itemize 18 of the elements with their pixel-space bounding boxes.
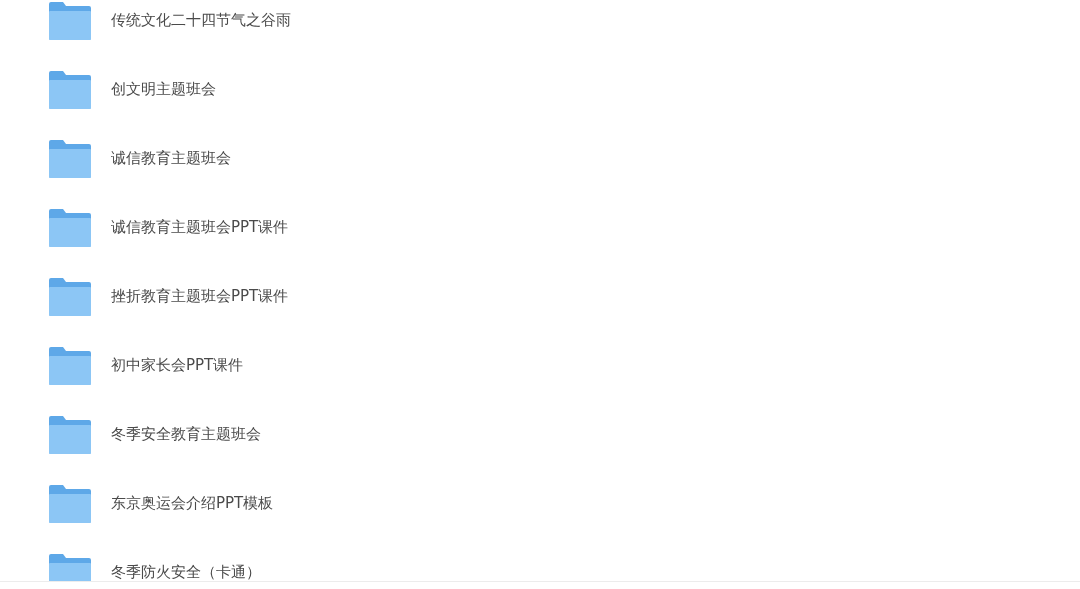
folder-name[interactable]: 东京奥运会介绍PPT模板 [111, 492, 274, 515]
folder-icon[interactable] [49, 553, 91, 581]
folder-icon[interactable] [49, 484, 91, 523]
folder-icon[interactable] [49, 346, 91, 385]
folder-icon[interactable] [49, 139, 91, 178]
folder-name[interactable]: 冬季防火安全（卡通） [111, 561, 261, 581]
folder-icon[interactable] [49, 415, 91, 454]
folder-icon[interactable] [49, 1, 91, 40]
folder-name[interactable]: 冬季安全教育主题班会 [111, 423, 261, 446]
folder-name[interactable]: 诚信教育主题班会PPT课件 [111, 216, 289, 239]
folder-name[interactable]: 传统文化二十四节气之谷雨 [111, 9, 291, 32]
folder-name[interactable]: 创文明主题班会 [111, 78, 216, 101]
folder-name[interactable]: 诚信教育主题班会 [111, 147, 231, 170]
folder-icon[interactable] [49, 208, 91, 247]
folder-icon[interactable] [49, 277, 91, 316]
folder-name[interactable]: 挫折教育主题班会PPT课件 [111, 285, 289, 308]
folder-name[interactable]: 初中家长会PPT课件 [111, 354, 244, 377]
folder-icon[interactable] [49, 70, 91, 109]
